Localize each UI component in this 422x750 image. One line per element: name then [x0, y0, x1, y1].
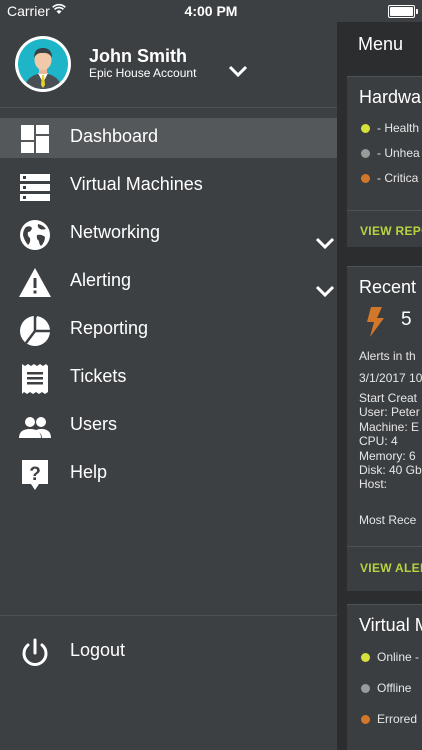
status-bar: Carrier 4:00 PM — [0, 0, 422, 22]
user-avatar-icon — [24, 48, 62, 89]
chevron-down-icon[interactable] — [314, 284, 336, 298]
nav-item-help[interactable]: ? Help — [0, 454, 337, 494]
most-recent-label: Most Rece — [359, 513, 417, 527]
nav-label: Dashboard — [70, 126, 159, 146]
alert-detail: Host: — [359, 477, 388, 492]
chevron-down-icon[interactable] — [314, 236, 336, 250]
nav-item-reporting[interactable]: Reporting — [0, 310, 337, 350]
nav-label: Users — [70, 414, 118, 434]
divider — [0, 107, 337, 108]
alert-detail: Start Creat — [359, 391, 418, 405]
side-drawer: John Smith Epic House Account Dashboard … — [0, 0, 337, 750]
power-icon — [22, 638, 48, 666]
receipt-icon — [22, 364, 48, 394]
nav-item-alerting[interactable]: Alerting — [0, 262, 337, 302]
recent-alerts-card: Recent 5 Alerts in th 3/1/2017 10 Start … — [347, 266, 422, 591]
view-report-link[interactable]: VIEW REPO — [360, 224, 422, 238]
nav-item-tickets[interactable]: Tickets — [0, 358, 337, 398]
svg-text:?: ? — [29, 464, 41, 485]
dashboard-icon — [21, 125, 49, 153]
vm-offline-row: Offline — [361, 681, 411, 695]
menu-title: Menu — [358, 34, 404, 54]
vm-errored-row: Errored — [361, 712, 417, 726]
hardware-unhealthy-row: - Unhea — [361, 146, 420, 160]
divider — [347, 546, 422, 547]
alert-count: 5 — [401, 309, 412, 330]
alerts-label: Alerts in th — [359, 349, 416, 363]
virtual-machines-card: Virtual M Online - Offline Errored — [347, 604, 422, 750]
alert-date: 3/1/2017 10 — [359, 371, 422, 385]
status-dot-icon — [361, 715, 370, 724]
nav-label: Tickets — [70, 366, 127, 386]
nav-label: Networking — [70, 222, 161, 242]
status-dot-icon — [361, 149, 370, 158]
nav-label: Help — [70, 462, 108, 482]
logout-label: Logout — [70, 640, 126, 660]
vm-online-row: Online - — [361, 650, 419, 664]
hardware-critical-row: - Critica — [361, 171, 418, 185]
nav-label: Alerting — [70, 270, 132, 290]
pie-chart-icon — [20, 314, 50, 346]
people-icon — [19, 417, 51, 438]
status-dot-icon — [361, 174, 370, 183]
hardware-card: Hardwa - Health - Unhea - Critica VIEW R… — [347, 76, 422, 247]
chevron-down-icon[interactable] — [227, 63, 249, 79]
alert-detail: CPU: 4 — [359, 434, 398, 449]
divider — [347, 210, 422, 211]
nav-label: Virtual Machines — [70, 174, 203, 194]
avatar[interactable] — [15, 36, 71, 92]
battery-icon — [388, 5, 418, 18]
help-icon: ? — [22, 460, 48, 490]
nav-item-dashboard[interactable]: Dashboard — [0, 118, 337, 158]
recent-card-title: Recent — [359, 277, 417, 297]
status-dot-icon — [361, 653, 370, 662]
hardware-healthy-row: - Health — [361, 121, 419, 135]
globe-icon — [20, 220, 50, 250]
virtual-card-title: Virtual M — [359, 615, 422, 635]
alert-detail: Memory: 6 — [359, 448, 416, 463]
nav-item-virtual-machines[interactable]: Virtual Machines — [0, 166, 337, 206]
warning-icon — [19, 268, 51, 297]
clock: 4:00 PM — [184, 3, 238, 19]
status-dot-icon — [361, 124, 370, 133]
lightning-icon — [367, 307, 384, 337]
dashboard-peek[interactable]: Menu Hardwa - Health - Unhea - Critica V… — [337, 0, 422, 750]
server-icon — [20, 174, 50, 201]
user-name: John Smith — [89, 46, 187, 66]
nav-item-users[interactable]: Users — [0, 406, 337, 446]
hardware-card-title: Hardwa — [359, 87, 422, 107]
view-alerts-link[interactable]: VIEW ALER — [360, 561, 422, 575]
divider — [0, 615, 337, 616]
alert-detail: Machine: E — [359, 419, 420, 434]
nav-label: Reporting — [70, 318, 149, 338]
logout-button[interactable]: Logout — [0, 632, 337, 672]
alert-detail: Disk: 40 Gb — [359, 463, 422, 477]
alert-detail: User: Peter — [359, 405, 420, 420]
status-dot-icon — [361, 684, 370, 693]
nav-item-networking[interactable]: Networking — [0, 214, 337, 254]
account-name: Epic House Account — [89, 66, 197, 80]
